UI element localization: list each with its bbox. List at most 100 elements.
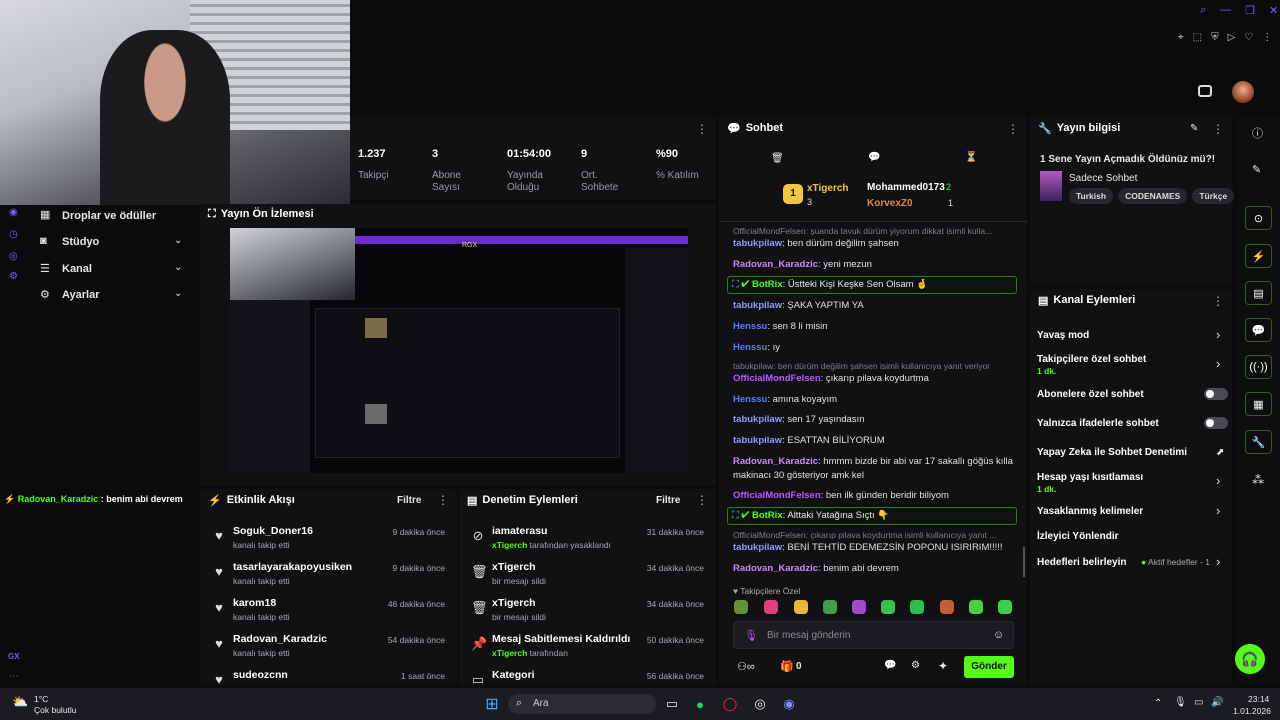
clock-time[interactable]: 23:14 — [1248, 694, 1269, 704]
more-icon[interactable]: ⋯ — [9, 671, 19, 682]
discord-icon[interactable]: ◉ — [778, 693, 800, 715]
event-name[interactable]: tasarlayarakapoyusiken — [233, 561, 352, 573]
help-button[interactable]: 🎧 — [1235, 644, 1265, 674]
pin-icon[interactable]: ⌖ — [1178, 32, 1184, 46]
chat-username[interactable]: tabukpilaw — [733, 414, 782, 425]
rail-layout-button[interactable]: ▦ — [1245, 392, 1272, 416]
more-apps-icon[interactable]: ⁂ — [1252, 473, 1264, 487]
emote-icon[interactable] — [998, 600, 1012, 614]
action-ai-moderation[interactable]: Yapay Zeka ile Sohbet Denetimi — [1037, 447, 1187, 458]
rail-wrench-button[interactable]: 🔧 — [1245, 430, 1272, 454]
chat-username[interactable]: Henssu — [733, 342, 767, 353]
action-account-age[interactable]: Hesap yaşı kısıtlaması 1 dk. — [1037, 472, 1143, 494]
emote-icon[interactable] — [969, 600, 983, 614]
chat-username[interactable]: tabukpilaw — [733, 238, 782, 249]
emote-icon[interactable] — [764, 600, 778, 614]
rail-icon[interactable]: ◷ — [9, 229, 18, 240]
theater-icon[interactable] — [1198, 85, 1212, 97]
clock-date[interactable]: 1.01.2026 — [1233, 706, 1271, 716]
rail-icon[interactable]: ◉ — [9, 207, 18, 218]
hourglass-icon[interactable]: ⏳ — [965, 152, 977, 163]
rail-camera-button[interactable]: ⊙ — [1245, 206, 1272, 230]
mod-name[interactable]: Mesaj Sabitlemesi Kaldırıldı — [492, 633, 630, 645]
sidebar-item-studio[interactable]: ◙ Stüdyo ⌄ — [40, 235, 190, 251]
sidebar-item-drops[interactable]: ▦ Droplar ve ödüller — [40, 208, 190, 224]
action-raid[interactable]: İzleyici Yönlendir — [1037, 531, 1119, 542]
filter-button[interactable]: Filtre — [397, 495, 421, 506]
action-slow-mode[interactable]: Yavaş mod — [1037, 330, 1089, 341]
rail-icon[interactable]: ◎ — [9, 251, 18, 262]
mic-icon[interactable]: 🎙 — [1174, 697, 1187, 708]
rail-chat-button[interactable]: 💬 — [1245, 318, 1272, 342]
edit-icon[interactable]: ✎ — [1190, 123, 1198, 134]
chat-username[interactable]: OfficialMondFelsen — [733, 490, 821, 501]
rail-broadcast-button[interactable]: ((·)) — [1245, 355, 1272, 379]
event-name[interactable]: Soguk_Doner16 — [233, 525, 313, 537]
chatter-name[interactable]: xTigerch — [807, 183, 849, 194]
chevron-right-icon[interactable]: › — [1216, 356, 1220, 371]
more-icon[interactable]: ⋮ — [696, 494, 708, 506]
trash-icon[interactable]: 🗑 — [771, 153, 784, 164]
tag[interactable]: CODENAMES — [1118, 188, 1188, 204]
screenshot-icon[interactable]: ⬚ — [1193, 32, 1202, 46]
mod-name[interactable]: xTigerch — [492, 597, 536, 609]
emote-picker-icon[interactable]: ✦ — [938, 659, 948, 673]
chat-username[interactable]: tabukpilaw — [733, 542, 782, 553]
emoji-icon[interactable]: ☺ — [993, 629, 1004, 641]
opera-gx-icon[interactable]: ◯ — [719, 693, 741, 715]
emote-icon[interactable] — [881, 600, 895, 614]
more-icon[interactable]: ⋮ — [1212, 295, 1224, 307]
emote-icon[interactable] — [734, 600, 748, 614]
emote-icon[interactable] — [823, 600, 837, 614]
chevron-right-icon[interactable]: › — [1216, 327, 1220, 342]
chat-username[interactable]: Henssu — [733, 321, 767, 332]
chevron-right-icon[interactable]: › — [1216, 473, 1220, 488]
chat-username[interactable]: OfficialMondFelsen — [733, 373, 821, 384]
mod-name[interactable]: iamaterasu — [492, 525, 547, 537]
emote-icon[interactable] — [852, 600, 866, 614]
more-icon[interactable]: ⋮ — [1212, 123, 1224, 135]
chat-username[interactable]: BotRix — [752, 510, 783, 521]
event-name[interactable]: sudeozcnn — [233, 669, 288, 681]
heart-icon[interactable]: ♡ — [1244, 32, 1253, 46]
windows-start-icon[interactable]: ⊞ — [481, 693, 503, 715]
chat-username[interactable]: Henssu — [733, 394, 767, 405]
event-name[interactable]: karom18 — [233, 597, 276, 609]
minimize-icon[interactable]: — — [1220, 4, 1231, 20]
app-icon[interactable]: ◎ — [749, 693, 771, 715]
volume-icon[interactable]: 🔊 — [1211, 697, 1223, 708]
tray-chevron-icon[interactable]: ⌃ — [1154, 698, 1162, 709]
action-banned-words[interactable]: Yasaklanmış kelimeler — [1037, 506, 1143, 517]
edit-icon[interactable]: ✎ — [1252, 163, 1261, 176]
sidebar-item-settings[interactable]: ⚙ Ayarlar ⌄ — [40, 288, 190, 304]
external-link-icon[interactable]: ⬈ — [1216, 447, 1224, 458]
play-icon[interactable]: ▷ — [1228, 32, 1236, 46]
gear-icon[interactable]: ⚙ — [911, 660, 920, 671]
more-icon[interactable]: ⋮ — [437, 494, 449, 506]
emote-icon[interactable] — [940, 600, 954, 614]
restore-icon[interactable]: ❐ — [1245, 4, 1255, 20]
gift-icon[interactable]: 🎁 — [780, 660, 794, 673]
emote-icon[interactable] — [910, 600, 924, 614]
chat-username[interactable]: Radovan_Karadzic — [733, 259, 818, 270]
mod-actor[interactable]: xTigerch — [492, 648, 527, 658]
action-goals[interactable]: Hedefleri belirleyin — [1037, 557, 1126, 568]
weather-icon[interactable]: ⛅ — [12, 694, 28, 710]
chat-username[interactable]: tabukpilaw — [733, 435, 782, 446]
category-name[interactable]: Sadece Sohbet — [1069, 173, 1137, 184]
stream-video[interactable]: RGX — [230, 228, 688, 473]
chat-bubble-icon[interactable]: 💬 — [868, 152, 880, 163]
event-name[interactable]: Radovan_Karadzic — [233, 633, 327, 645]
action-emote-only[interactable]: Yalnızca ifadelerle sohbet — [1037, 418, 1159, 429]
mic-icon[interactable]: 🎙 — [744, 629, 758, 642]
emote-only-toggle[interactable] — [1204, 417, 1228, 429]
tag[interactable]: Türkçe — [1192, 188, 1235, 204]
more-icon[interactable]: ⋮ — [1007, 123, 1019, 135]
network-icon[interactable]: ▭ — [1194, 697, 1203, 708]
mod-name[interactable]: Kategori — [492, 669, 535, 681]
tag[interactable]: Turkish — [1069, 188, 1114, 204]
search-icon[interactable]: ⌕ — [1200, 4, 1206, 20]
more-icon[interactable]: ⋮ — [1262, 32, 1272, 46]
chevron-right-icon[interactable]: › — [1216, 503, 1220, 518]
chat-input[interactable]: 🎙 Bir mesaj gönderin ☺ — [733, 621, 1014, 649]
